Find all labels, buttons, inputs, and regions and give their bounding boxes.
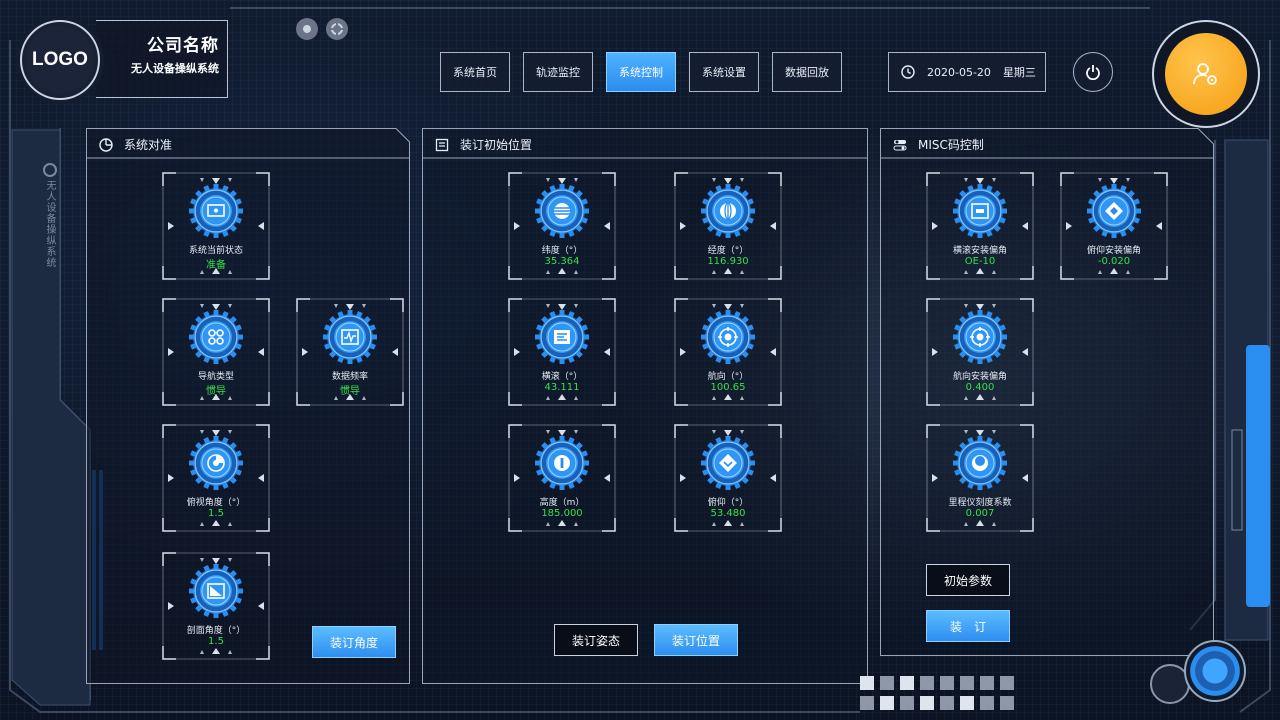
power-button[interactable] (1073, 52, 1113, 92)
panel-title: MISC码控制 (892, 136, 984, 153)
initial-params-button[interactable]: 初始参数 (926, 564, 1010, 596)
deco-circles (296, 18, 348, 40)
tile-value: 116.930 (707, 256, 749, 267)
panel-title-text: 装订初始位置 (460, 138, 533, 152)
nav-home[interactable]: 系统首页 (440, 52, 510, 92)
panel-frame (422, 128, 868, 684)
weekday-text: 星期三 (1002, 66, 1036, 79)
system-name: 无人设备操纵系统 (131, 62, 219, 75)
sensor-tile[interactable]: 俯仰（°） 53.480 (674, 424, 782, 532)
tile-value: 准备 (206, 260, 226, 271)
tile-label: 纬度（°） (541, 246, 583, 256)
panel-title-text: 系统对准 (124, 138, 173, 152)
status-squares (860, 676, 1014, 710)
control-knob[interactable] (1184, 640, 1246, 702)
logo[interactable]: LOGO (20, 20, 100, 100)
toggle-icon (892, 137, 908, 153)
latitude-icon (554, 203, 570, 219)
tile-value: 100.65 (710, 382, 746, 393)
pie-clock-icon (98, 137, 114, 153)
tile-label: 航向安装偏角 (952, 372, 1007, 382)
sensor-tile[interactable]: 系统当前状态 准备 (162, 172, 270, 280)
sensor-tile[interactable]: 横滚安装偏角 OE-10 (926, 172, 1034, 280)
tile-value: 惯导 (340, 386, 360, 397)
tile-value: 185.000 (541, 508, 583, 519)
tile-label: 系统当前状态 (188, 246, 243, 256)
brand-block: 公司名称 无人设备操纵系统 (96, 20, 228, 98)
tile-value: -0.020 (1097, 256, 1131, 267)
sensor-tile[interactable]: 俯仰安装偏角 -0.020 (1060, 172, 1168, 280)
altitude-icon (554, 455, 570, 471)
panel-title: 装订初始位置 (434, 136, 532, 153)
sensor-tile[interactable]: 横滚（°） 43.111 (508, 298, 616, 406)
tile-value: 0.007 (965, 508, 995, 519)
tile-value: 惯导 (206, 386, 226, 397)
sensor-tile[interactable]: 航向（°） 100.65 (674, 298, 782, 406)
list-icon (434, 137, 450, 153)
nav-system-control[interactable]: 系统控制 (606, 52, 676, 92)
longitude-icon (720, 202, 736, 220)
tile-value: 43.111 (544, 382, 580, 393)
user-badge (1165, 33, 1247, 115)
user-settings-button[interactable] (1152, 20, 1260, 128)
sensor-tile[interactable]: 里程仪刻度系数 0.007 (926, 424, 1034, 532)
tile-value: 35.364 (544, 256, 580, 267)
nav-data-playback[interactable]: 数据回放 (772, 52, 842, 92)
bind-position-button[interactable]: 装订位置 (654, 624, 738, 656)
target-icon (296, 18, 318, 40)
bind-angle-button[interactable]: 装订角度 (312, 626, 396, 658)
bind-button[interactable]: 装 订 (926, 610, 1010, 642)
panel-title: 系统对准 (98, 136, 172, 153)
panel-title-text: MISC码控制 (918, 138, 984, 152)
tile-label: 里程仪刻度系数 (948, 498, 1012, 508)
tile-label: 高度（m） (539, 498, 585, 508)
tile-label: 剖面角度（°） (186, 626, 246, 636)
bind-attitude-button[interactable]: 装订姿态 (554, 624, 638, 656)
tile-value: 0.400 (965, 382, 995, 393)
date-display: 2020-05-20 星期三 (888, 52, 1046, 92)
tile-value: 53.480 (710, 508, 746, 519)
roll-icon (554, 330, 570, 344)
tile-label: 导航类型 (197, 372, 234, 382)
main-nav: 系统首页 轨迹监控 系统控制 系统设置 数据回放 (440, 52, 842, 92)
tile-label: 横滚（°） (541, 372, 583, 382)
clock-icon (901, 65, 915, 79)
sensor-tile[interactable]: 纬度（°） 35.364 (508, 172, 616, 280)
odometer-icon (972, 455, 988, 471)
sensor-tile[interactable]: 数据频率 惯导 (296, 298, 404, 406)
panel-position: 装订初始位置 (422, 128, 868, 684)
nav-system-settings[interactable]: 系统设置 (689, 52, 759, 92)
tile-label: 俯仰安装偏角 (1086, 246, 1141, 256)
tile-value: 1.5 (208, 508, 224, 519)
nav-track-monitor[interactable]: 轨迹监控 (523, 52, 593, 92)
tile-label: 俯视角度（°） (186, 498, 246, 508)
tile-label: 航向（°） (707, 372, 749, 382)
user-gear-icon (1193, 63, 1217, 85)
tile-label: 俯仰（°） (707, 498, 749, 508)
tile-label: 横滚安装偏角 (952, 246, 1007, 256)
tile-value: 1.5 (208, 636, 224, 647)
sensor-tile[interactable]: 导航类型 惯导 (162, 298, 270, 406)
power-icon (1086, 65, 1100, 80)
sensor-tile[interactable]: 剖面角度（°） 1.5 (162, 552, 270, 660)
crosshair-icon (326, 18, 348, 40)
sensor-tile[interactable]: 航向安装偏角 0.400 (926, 298, 1034, 406)
sensor-tile[interactable]: 俯视角度（°） 1.5 (162, 424, 270, 532)
sensor-tile[interactable]: 高度（m） 185.000 (508, 424, 616, 532)
sensor-tile[interactable]: 经度（°） 116.930 (674, 172, 782, 280)
date-text: 2020-05-20 (927, 65, 991, 79)
tile-label: 经度（°） (707, 246, 749, 256)
tile-value: OE-10 (964, 256, 996, 267)
company-name: 公司名称 (147, 36, 219, 56)
side-system-name: 无人设备操纵系统 (44, 180, 55, 268)
tile-label: 数据频率 (331, 372, 368, 382)
